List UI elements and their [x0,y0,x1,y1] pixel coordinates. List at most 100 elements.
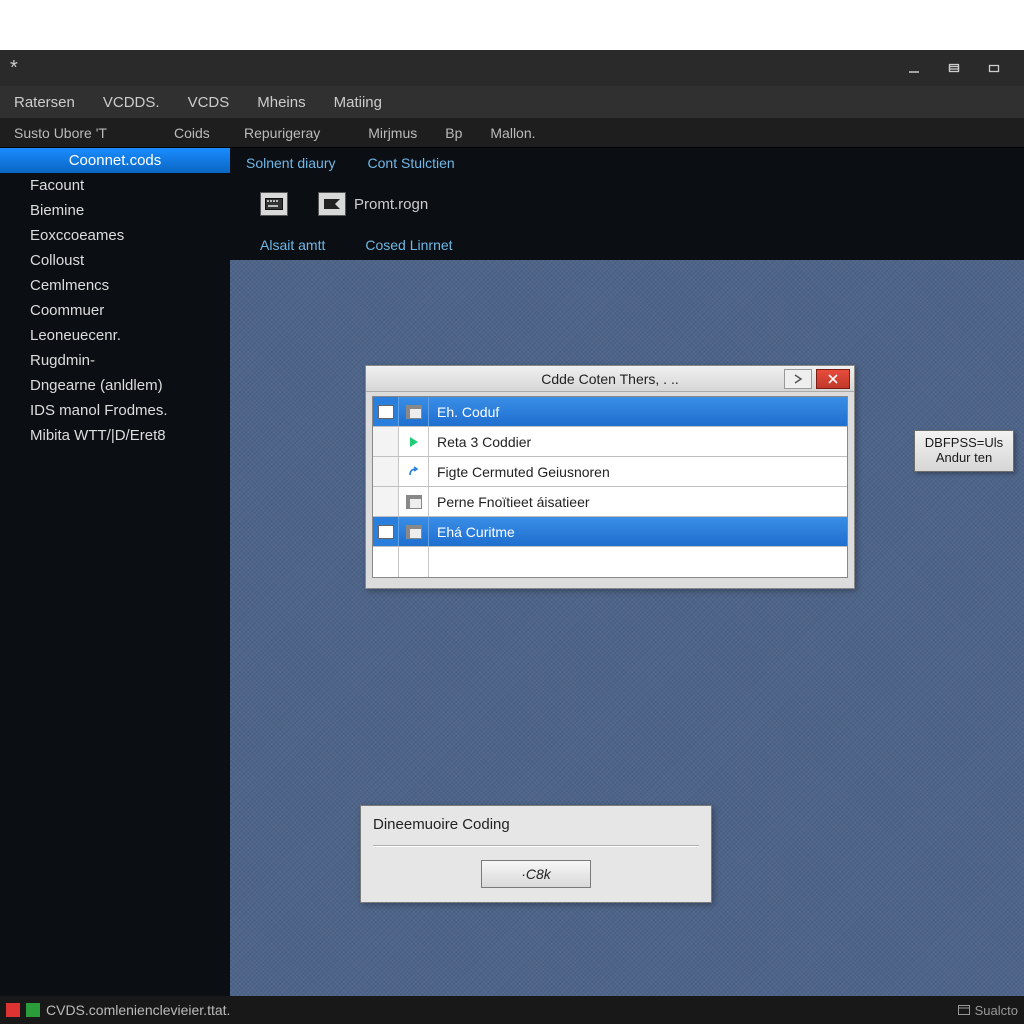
row-icon-b [399,427,429,456]
dialog-title-text: Cdde Coten Thers, . .. [541,371,678,387]
row-label-1: Reta 3 Coddier [429,427,847,456]
grid-icon [406,405,422,419]
sec-item-5[interactable]: Mallon. [476,118,549,147]
link-row: Alsait amtt Cosed Linrnet [230,230,1024,260]
list-row-4[interactable]: Ehá Curitme [373,517,847,547]
list-row-2[interactable]: Figte Cermuted Geiusnoren [373,457,847,487]
status-text: CVDS.comlenienclevieier.ttat. [46,1002,230,1018]
sidebar-item-9[interactable]: IDS manol Frodmes. [0,398,230,423]
keyboard-icon [260,192,288,216]
row-icon-b [399,517,429,546]
row-label-3: Perne Fnoïtieet áisatieer [429,487,847,516]
menubar: Ratersen VCDDS. VCDS Mheins Matiing [0,86,1024,118]
statusbar: CVDS.comlenienclevieier.ttat. Sualcto [0,996,1024,1024]
status-dot-red [6,1003,20,1017]
row-icon-b [399,457,429,486]
sub-tabstrip: Solnent diaury Cont Stulctien [230,148,1024,178]
play-icon [410,437,418,447]
window-maximize-button[interactable] [934,54,974,82]
dialog-prev-button[interactable] [784,369,812,389]
flag-icon [318,192,346,216]
list-row-blank[interactable] [373,547,847,577]
status-right[interactable]: Sualcto [957,1003,1018,1018]
row-label-4: Ehá Curitme [429,517,847,546]
link-b[interactable]: Cosed Linrnet [365,237,452,253]
arrow-icon [407,465,421,479]
confirm-dialog-label: Dineemuoire Coding [373,816,699,833]
doc-icon [378,525,394,539]
sidebar-item-4[interactable]: Cemlmencs [0,273,230,298]
menu-item-2[interactable]: VCDS [174,86,244,118]
status-right-label: Sualcto [975,1003,1018,1018]
row-icon-a [373,457,399,486]
titlebar: * [0,50,1024,86]
tool-chip-2-label: Promt.rogn [354,196,428,213]
row-label-2: Figte Cermuted Geiusnoren [429,457,847,486]
title-asterisk: * [10,57,18,80]
sidebar-item-8[interactable]: Dngearne (anldlem) [0,373,230,398]
window-minimize-button[interactable] [894,54,934,82]
content-column: Solnent diaury Cont Stulctien Promt.rogn [230,148,1024,996]
sidebar-item-10[interactable]: Mibita WTT/|D/Eret8 [0,423,230,448]
row-icon-b [399,487,429,516]
row-icon-a [373,487,399,516]
right-action-button[interactable]: DBFPSS=Uls Andur ten [914,430,1014,472]
main-area: Coonnet.cods Facount Biemine Eoxccoeames… [0,148,1024,996]
tool-chip-1[interactable] [260,192,288,216]
subtab-1[interactable]: Cont Stulctien [352,148,471,178]
row-icon-a [373,517,399,546]
list-row-3[interactable]: Perne Fnoïtieet áisatieer [373,487,847,517]
row-icon-a [373,427,399,456]
grid-icon [406,525,422,539]
icon-toolbar: Promt.rogn [230,178,1024,230]
confirm-dialog: Dineemuoire Coding ·C8k [360,805,712,903]
tool-chip-2[interactable]: Promt.rogn [318,192,428,216]
dialog-listbox: Eh. Coduf Reta 3 Coddier Fig [372,396,848,578]
right-action-line1: DBFPSS=Uls [915,431,1013,450]
sidebar-item-6[interactable]: Leoneuecenr. [0,323,230,348]
sidebar-item-3[interactable]: Colloust [0,248,230,273]
row-icon-a [373,397,399,426]
menu-item-3[interactable]: Mheins [243,86,319,118]
row-icon-b [399,547,429,577]
sidebar: Coonnet.cods Facount Biemine Eoxccoeames… [0,148,230,996]
row-icon-a [373,547,399,577]
menu-item-4[interactable]: Matiing [320,86,396,118]
row-label-blank [429,547,847,577]
list-row-1[interactable]: Reta 3 Coddier [373,427,847,457]
sec-item-2[interactable]: Repurigeray [230,118,334,147]
row-label-0: Eh. Coduf [429,397,847,426]
canvas-workspace: Cdde Coten Thers, . .. Eh. Coduf [230,260,1024,996]
confirm-dialog-separator [373,845,699,846]
right-action-line2: Andur ten [915,450,1013,471]
app-root: * Ratersen VCDDS. VCDS Mheins Matiing Su… [0,0,1024,1024]
secondary-toolbar: Susto Ubore 'T Coids Repurigeray Mirjmus… [0,118,1024,148]
sec-item-1[interactable]: Coids [160,118,230,147]
link-a[interactable]: Alsait amtt [260,237,325,253]
sec-item-4[interactable]: Bp [431,118,476,147]
sidebar-item-1[interactable]: Biemine [0,198,230,223]
dialog-close-button[interactable] [816,369,850,389]
grid-icon [406,495,422,509]
sidebar-item-7[interactable]: Rugdmin- [0,348,230,373]
dialog-titlebar[interactable]: Cdde Coten Thers, . .. [366,366,854,392]
sidebar-top-selected[interactable]: Coonnet.cods [0,148,230,173]
confirm-ok-button[interactable]: ·C8k [481,860,591,888]
window-restore-button[interactable] [974,54,1014,82]
window-icon [957,1003,971,1017]
list-row-0[interactable]: Eh. Coduf [373,397,847,427]
doc-icon [378,405,394,419]
sec-item-3[interactable]: Mirjmus [354,118,431,147]
subtab-0[interactable]: Solnent diaury [230,148,352,178]
sidebar-item-5[interactable]: Coommuer [0,298,230,323]
top-blank [0,0,1024,50]
sidebar-item-2[interactable]: Eoxccoeames [0,223,230,248]
close-icon [828,374,838,384]
menu-item-0[interactable]: Ratersen [0,86,89,118]
sec-item-0[interactable]: Susto Ubore 'T [0,118,160,147]
status-dot-green [26,1003,40,1017]
menu-item-1[interactable]: VCDDS. [89,86,174,118]
code-list-dialog: Cdde Coten Thers, . .. Eh. Coduf [365,365,855,589]
sidebar-item-0[interactable]: Facount [0,173,230,198]
row-icon-b [399,397,429,426]
